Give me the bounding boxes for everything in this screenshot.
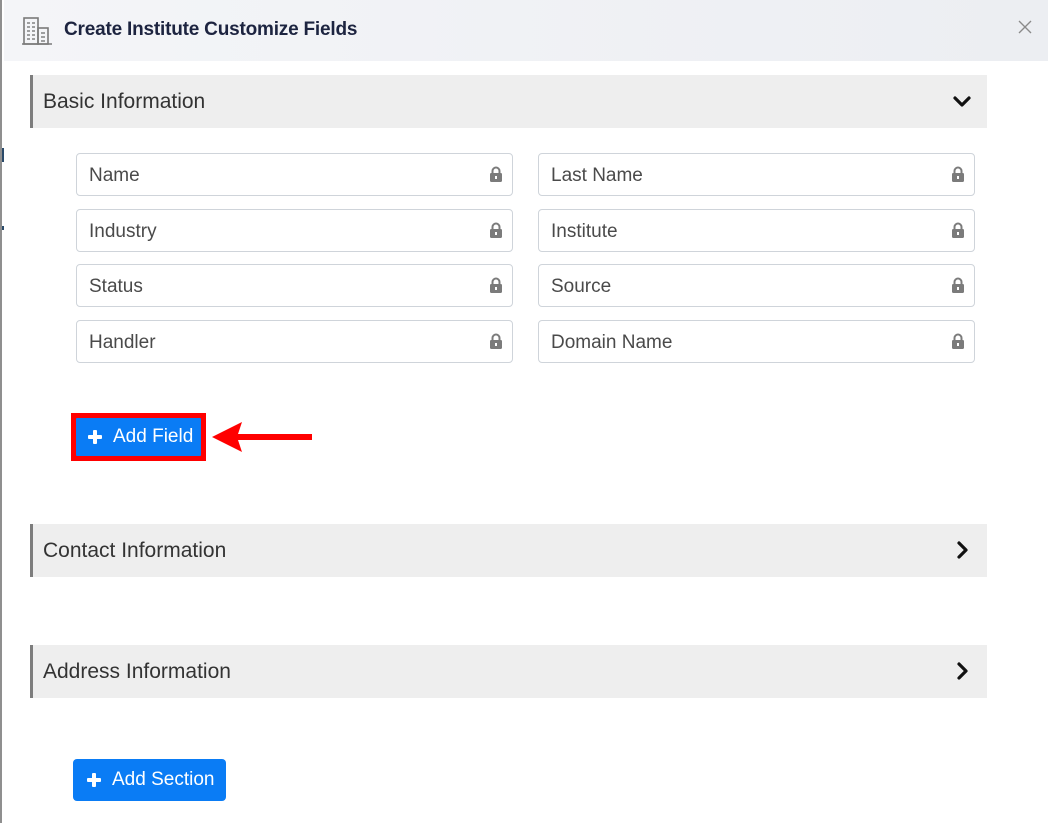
field-institute[interactable]: Institute (538, 209, 975, 252)
lock-icon (952, 333, 964, 349)
field-source[interactable]: Source (538, 264, 975, 307)
background-edge (2, 148, 4, 162)
add-section-label: Add Section (112, 769, 215, 790)
lock-icon (490, 222, 502, 238)
field-handler[interactable]: Handler (76, 320, 513, 363)
modal-title: Create Institute Customize Fields (64, 19, 358, 40)
field-domain-name[interactable]: Domain Name (538, 320, 975, 363)
chevron-down-icon[interactable] (951, 89, 973, 113)
field-label: Handler (89, 332, 156, 353)
close-icon[interactable] (1016, 18, 1034, 36)
plus-icon (87, 773, 101, 787)
add-field-button[interactable]: Add Field (76, 418, 201, 456)
field-label: Status (89, 276, 143, 297)
chevron-right-icon[interactable] (951, 538, 973, 562)
annotation-arrow-icon (212, 422, 312, 452)
customize-fields-modal: Create Institute Customize Fields Basic … (0, 0, 1048, 823)
lock-icon (490, 277, 502, 293)
section-label: Basic Information (43, 89, 206, 113)
chevron-right-icon[interactable] (951, 659, 973, 683)
field-industry[interactable]: Industry (76, 209, 513, 252)
field-label: Last Name (551, 165, 643, 186)
field-label: Industry (89, 221, 157, 242)
section-contact-information[interactable]: Contact Information (30, 524, 987, 577)
building-icon (22, 17, 52, 45)
lock-icon (952, 222, 964, 238)
field-status[interactable]: Status (76, 264, 513, 307)
add-field-label: Add Field (113, 426, 194, 447)
field-label: Domain Name (551, 332, 673, 353)
lock-icon (952, 277, 964, 293)
field-name[interactable]: Name (76, 153, 513, 196)
lock-icon (490, 166, 502, 182)
section-basic-information[interactable]: Basic Information (30, 75, 987, 128)
field-label: Source (551, 276, 612, 297)
plus-icon (88, 430, 102, 444)
add-section-button[interactable]: Add Section (73, 759, 226, 801)
modal-header: Create Institute Customize Fields (4, 0, 1048, 61)
field-last-name[interactable]: Last Name (538, 153, 975, 196)
add-field-highlight: Add Field (71, 413, 206, 461)
field-label: Name (89, 165, 140, 186)
background-edge (2, 226, 4, 230)
section-address-information[interactable]: Address Information (30, 645, 987, 698)
section-label: Address Information (43, 659, 231, 683)
lock-icon (490, 333, 502, 349)
lock-icon (952, 166, 964, 182)
section-label: Contact Information (43, 538, 227, 562)
field-label: Institute (551, 221, 618, 242)
